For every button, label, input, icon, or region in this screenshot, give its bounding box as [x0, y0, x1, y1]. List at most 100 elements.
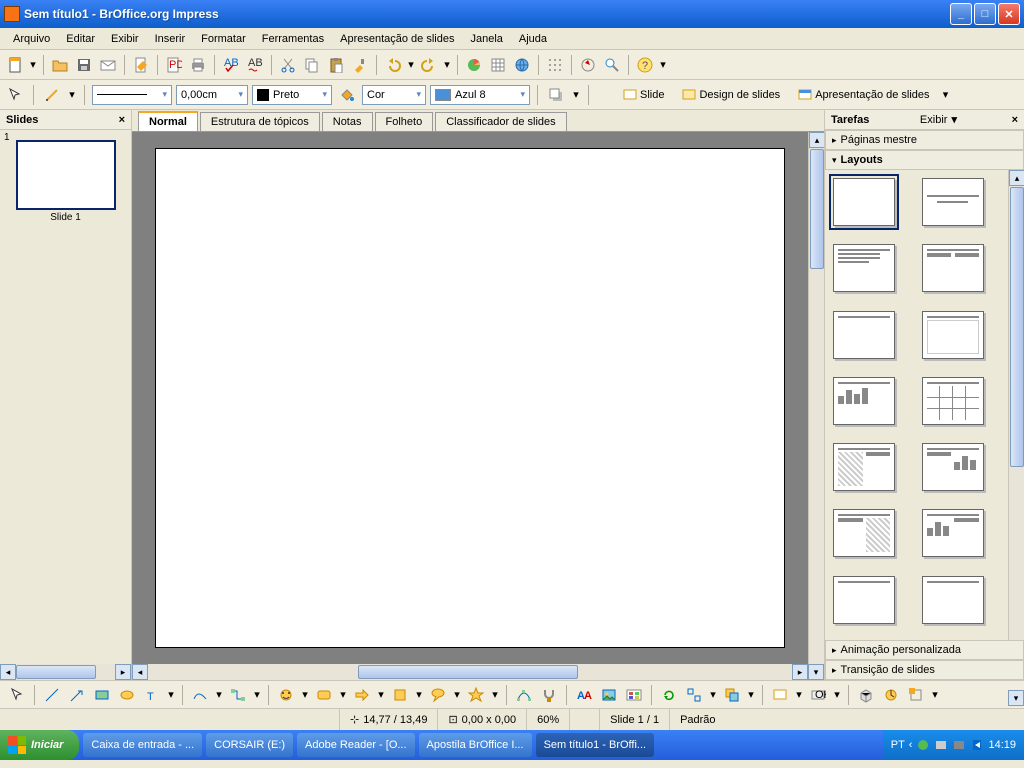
insert-dropdown[interactable]: ▾	[794, 688, 804, 701]
slideshow-button[interactable]: Apresentação de slides	[791, 85, 936, 105]
curve-tool[interactable]	[189, 684, 211, 706]
tray-clock[interactable]: 14:19	[988, 739, 1016, 751]
hscroll-left[interactable]: ◂	[132, 664, 148, 680]
spreadsheet-button[interactable]	[487, 54, 509, 76]
block-arrows-dropdown[interactable]: ▾	[376, 688, 386, 701]
vscroll-down[interactable]: ▾	[808, 664, 824, 680]
hyperlink-button[interactable]	[511, 54, 533, 76]
layouts-scrollbar[interactable]: ▴ ▾	[1008, 170, 1024, 640]
menu-apresentacao[interactable]: Apresentação de slides	[333, 31, 461, 47]
cut-button[interactable]	[277, 54, 299, 76]
layout-centered[interactable]	[922, 311, 984, 359]
hscroll-right[interactable]: ▸	[792, 664, 808, 680]
curve-dropdown[interactable]: ▾	[214, 688, 224, 701]
start-button[interactable]: Iniciar	[0, 730, 79, 760]
format-paintbrush-button[interactable]	[349, 54, 371, 76]
symbol-shapes-dropdown[interactable]: ▾	[338, 688, 348, 701]
save-button[interactable]	[73, 54, 95, 76]
taskbar-item-apostila[interactable]: Apostila BrOffice I...	[419, 733, 532, 757]
line-tool[interactable]	[41, 684, 63, 706]
tab-outline[interactable]: Estrutura de tópicos	[200, 112, 320, 131]
taskbar-item-inbox[interactable]: Caixa de entrada - ...	[83, 733, 202, 757]
tray-expand-icon[interactable]: ‹	[909, 739, 913, 751]
layout-text-clip[interactable]	[833, 509, 895, 557]
tray-icon-3[interactable]	[952, 738, 966, 752]
layout-title-only[interactable]	[833, 311, 895, 359]
menu-formatar[interactable]: Formatar	[194, 31, 253, 47]
arrange-dropdown[interactable]: ▾	[746, 688, 756, 701]
animation-tool[interactable]	[905, 684, 927, 706]
section-custom-animation[interactable]: ▸Animação personalizada	[825, 640, 1024, 660]
layout-two-content[interactable]	[922, 244, 984, 292]
connector-tool[interactable]	[227, 684, 249, 706]
line-style-button[interactable]	[41, 84, 63, 106]
grid-button[interactable]	[544, 54, 566, 76]
copy-button[interactable]	[301, 54, 323, 76]
vertical-scrollbar[interactable]: ▴	[808, 132, 824, 664]
shadow-button[interactable]	[545, 84, 567, 106]
new-button[interactable]	[4, 54, 26, 76]
redo-button[interactable]	[418, 54, 440, 76]
rotate-tool[interactable]	[658, 684, 680, 706]
connector-dropdown[interactable]: ▾	[252, 688, 262, 701]
tray-icon-1[interactable]	[916, 738, 930, 752]
insert-slide-button[interactable]: Slide	[616, 85, 671, 105]
taskbar-item-corsair[interactable]: CORSAIR (E:)	[206, 733, 293, 757]
taskbar-item-impress[interactable]: Sem título1 - BrOffi...	[536, 733, 655, 757]
maximize-button[interactable]: □	[974, 3, 996, 25]
symbol-shapes-tool[interactable]	[313, 684, 335, 706]
menu-ajuda[interactable]: Ajuda	[512, 31, 554, 47]
layout-chart-text[interactable]	[922, 509, 984, 557]
system-tray[interactable]: PT ‹ 14:19	[883, 730, 1024, 760]
undo-button[interactable]	[382, 54, 404, 76]
layout-clip-text[interactable]	[833, 443, 895, 491]
print-direct-button[interactable]	[187, 54, 209, 76]
tray-language[interactable]: PT	[891, 739, 905, 751]
status-zoom[interactable]: 60%	[527, 709, 570, 730]
hscroll-track[interactable]	[148, 664, 792, 680]
line-width-combo[interactable]: 0,00cm▾	[176, 85, 248, 105]
section-master-pages[interactable]: ▸Páginas mestre	[825, 130, 1024, 150]
layout-table[interactable]	[922, 377, 984, 425]
layout-blank[interactable]	[833, 178, 895, 226]
format-options[interactable]: ▾	[571, 88, 581, 101]
vscroll-up[interactable]: ▴	[809, 132, 824, 148]
drawbar-options[interactable]: ▾	[930, 688, 940, 701]
insert-slide-tool[interactable]	[769, 684, 791, 706]
arrow-tool-button[interactable]	[4, 84, 26, 106]
tab-normal[interactable]: Normal	[138, 111, 198, 131]
paste-button[interactable]	[325, 54, 347, 76]
layouts-scroll-up[interactable]: ▴	[1009, 170, 1024, 186]
layout-four-1[interactable]	[833, 576, 895, 624]
alignment-dropdown[interactable]: ▾	[708, 688, 718, 701]
glue-points-tool[interactable]	[538, 684, 560, 706]
layout-text-chart[interactable]	[922, 443, 984, 491]
open-button[interactable]	[49, 54, 71, 76]
tab-sorter[interactable]: Classificador de slides	[435, 112, 566, 131]
help-button[interactable]: ?	[634, 54, 656, 76]
interaction-tool[interactable]	[880, 684, 902, 706]
arrow-style-dropdown[interactable]: ▾	[67, 88, 77, 101]
section-layouts[interactable]: ▾Layouts	[825, 150, 1024, 170]
slides-scroll-right[interactable]: ▸	[115, 664, 131, 680]
controls-tool[interactable]: OK	[807, 684, 829, 706]
flowchart-tool[interactable]	[389, 684, 411, 706]
controls-dropdown[interactable]: ▾	[832, 688, 842, 701]
fill-color-combo[interactable]: Azul 8▾	[430, 85, 530, 105]
gallery-tool[interactable]	[623, 684, 645, 706]
auto-spellcheck-button[interactable]: ABC	[244, 54, 266, 76]
undo-dropdown[interactable]: ▾	[406, 58, 416, 71]
flowchart-dropdown[interactable]: ▾	[414, 688, 424, 701]
menu-editar[interactable]: Editar	[59, 31, 102, 47]
edit-doc-button[interactable]	[130, 54, 152, 76]
line-style-combo[interactable]: ▾	[92, 85, 172, 105]
spellcheck-button[interactable]: ABC	[220, 54, 242, 76]
text-tool[interactable]: T	[141, 684, 163, 706]
slides-panel-close[interactable]: ×	[119, 114, 125, 126]
rectangle-tool[interactable]	[91, 684, 113, 706]
extrusion-tool[interactable]	[855, 684, 877, 706]
callouts-dropdown[interactable]: ▾	[452, 688, 462, 701]
stars-dropdown[interactable]: ▾	[490, 688, 500, 701]
menu-janela[interactable]: Janela	[463, 31, 509, 47]
text-dropdown[interactable]: ▾	[166, 688, 176, 701]
